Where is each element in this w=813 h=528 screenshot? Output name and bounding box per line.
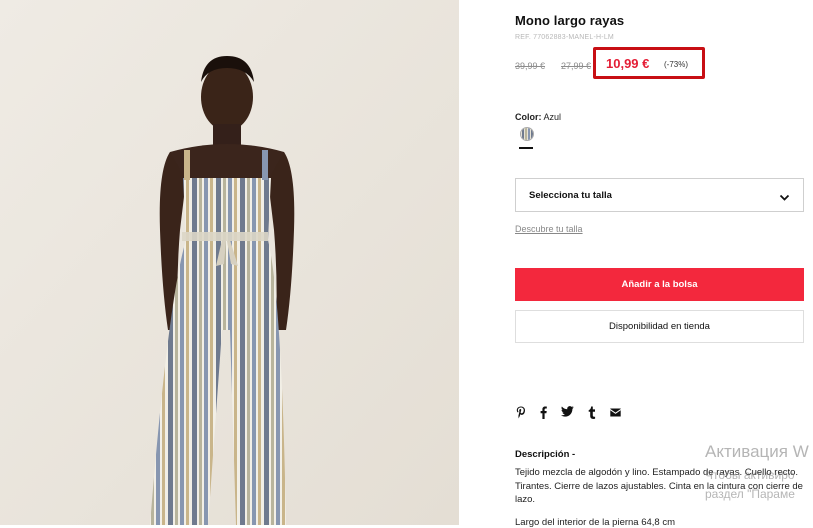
- product-reference: REF. 77062883-MANEL-H-LM: [515, 34, 614, 41]
- current-price-highlight: 10,99 € (-73%): [593, 47, 705, 79]
- size-guide-link[interactable]: Descubre tu talla: [515, 224, 583, 234]
- twitter-icon[interactable]: [561, 406, 574, 420]
- email-icon[interactable]: [610, 408, 621, 422]
- chevron-down-icon: [779, 190, 790, 208]
- pinterest-icon[interactable]: [516, 406, 526, 420]
- color-value: Azul: [543, 112, 562, 122]
- product-photo[interactable]: [0, 0, 459, 525]
- color-label: Color: Azul: [515, 112, 561, 122]
- color-label-key: Color:: [515, 112, 542, 122]
- tumblr-icon[interactable]: [588, 406, 596, 420]
- current-price: 10,99 €: [606, 56, 650, 71]
- discount-badge: (-73%): [664, 60, 689, 69]
- product-info-panel: Mono largo rayas REF. 77062883-MANEL-H-L…: [515, 0, 813, 528]
- description-inseam: Largo del interior de la pierna 64,8 cm: [515, 517, 676, 528]
- previous-price: 27,99 €: [561, 61, 592, 71]
- description-text: Tejido mezcla de algodón y lino. Estampa…: [515, 467, 803, 505]
- size-select-label: Selecciona tu talla: [529, 190, 612, 201]
- selected-swatch-indicator: [519, 147, 533, 149]
- add-to-bag-button[interactable]: Añadir a la bolsa: [515, 268, 804, 301]
- color-swatch-azul[interactable]: [520, 127, 534, 141]
- facebook-icon[interactable]: [540, 406, 547, 420]
- description-heading[interactable]: Descripción -: [515, 449, 575, 460]
- original-price: 39,99 €: [515, 61, 546, 71]
- store-availability-button[interactable]: Disponibilidad en tienda: [515, 310, 804, 343]
- size-select-dropdown[interactable]: Selecciona tu talla: [515, 178, 804, 212]
- product-title: Mono largo rayas: [515, 13, 625, 28]
